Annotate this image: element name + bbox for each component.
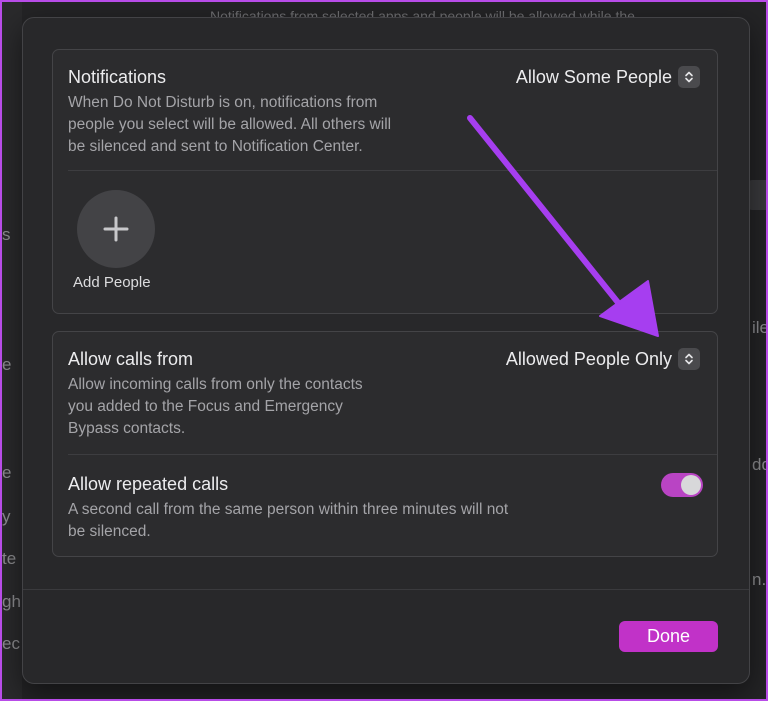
divider [68, 170, 717, 171]
description-line: Bypass contacts. [68, 420, 186, 437]
add-people-button[interactable] [77, 190, 155, 268]
description-line: Allow incoming calls from only the conta… [68, 376, 363, 393]
toggle-knob [681, 475, 701, 495]
description-line: be silenced and sent to Notification Cen… [68, 138, 363, 155]
up-down-chevron-icon [678, 348, 700, 370]
repeated-calls-title: Allow repeated calls [68, 474, 229, 494]
notifications-title: Notifications [68, 67, 167, 87]
done-button[interactable]: Done [619, 621, 718, 652]
repeated-calls-description: A second call from the same person withi… [68, 499, 508, 543]
background-right-text: ile [752, 318, 768, 337]
notifications-mode-popup[interactable]: Allow Some People [516, 66, 700, 88]
allow-calls-description: Allow incoming calls from only the conta… [68, 374, 363, 440]
description-line: be silenced. [68, 523, 151, 540]
allow-calls-mode-popup[interactable]: Allowed People Only [506, 348, 700, 370]
calls-panel: Allow calls from Allowed People Only All… [52, 331, 718, 557]
footer-divider [23, 589, 749, 590]
description-line: When Do Not Disturb is on, notifications… [68, 94, 378, 111]
add-people-label: Add People [73, 274, 151, 291]
notifications-panel: Notifications Allow Some People When Do … [52, 49, 718, 314]
notifications-mode-value: Allow Some People [515, 66, 672, 87]
plus-icon [103, 216, 129, 242]
background-sidebar-text: ec [2, 634, 20, 653]
background-sidebar-text: e [2, 355, 12, 374]
background-right-text: n. [752, 570, 767, 589]
focus-people-sheet: Notifications Allow Some People When Do … [22, 17, 750, 684]
allow-calls-mode-value: Allowed People Only [505, 348, 672, 369]
background-right-text: dd [752, 455, 768, 474]
description-line: A second call from the same person withi… [68, 501, 509, 518]
allow-calls-title: Allow calls from [68, 349, 194, 369]
background-sidebar-text: te [2, 549, 17, 568]
repeated-calls-toggle[interactable] [661, 473, 703, 497]
notifications-description: When Do Not Disturb is on, notifications… [68, 92, 391, 158]
divider [68, 454, 717, 455]
description-line: you added to the Focus and Emergency [68, 398, 343, 415]
background-sidebar-text: gh [2, 592, 21, 611]
up-down-chevron-icon [678, 66, 700, 88]
background-sidebar-text: s [2, 225, 11, 244]
background-right-chip [748, 180, 766, 210]
background-sidebar-text: e [2, 463, 12, 482]
background-sidebar-text: y [2, 507, 11, 526]
description-line: people you select will be allowed. All o… [68, 116, 392, 133]
